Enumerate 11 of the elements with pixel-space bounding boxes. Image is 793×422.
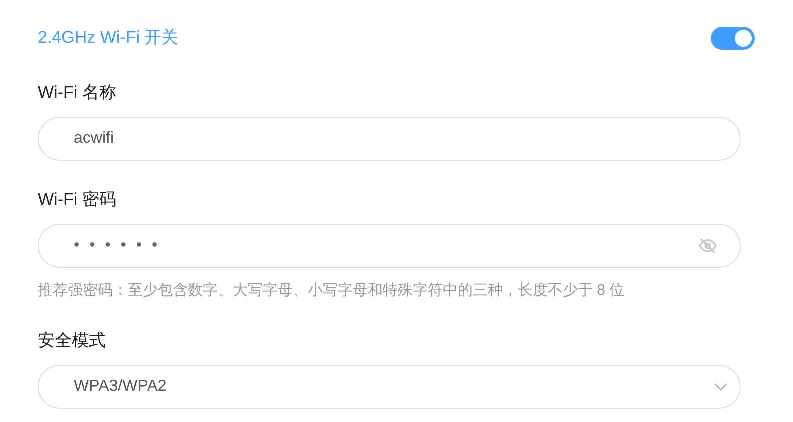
field-label: Wi-Fi 名称	[38, 82, 118, 104]
chevron-down-icon	[714, 383, 728, 391]
wifi-name-field[interactable]: acwifi	[38, 117, 741, 161]
field-label: 安全模式	[38, 330, 107, 352]
hidden-eye-icon[interactable]	[698, 238, 718, 254]
security-mode-select[interactable]: WPA3/WPA2	[38, 365, 741, 409]
field-label: Wi-Fi 密码	[38, 189, 118, 211]
wifi-switch-label: 2.4GHz Wi-Fi 开关	[38, 27, 179, 50]
wifi-toggle[interactable]	[711, 26, 755, 50]
password-field[interactable]: ••••••	[38, 224, 741, 268]
password-hint: 推荐强密码：至少包含数字、大写字母、小写字母和特殊字符中的三种，长度不少于 8 位	[38, 281, 626, 301]
